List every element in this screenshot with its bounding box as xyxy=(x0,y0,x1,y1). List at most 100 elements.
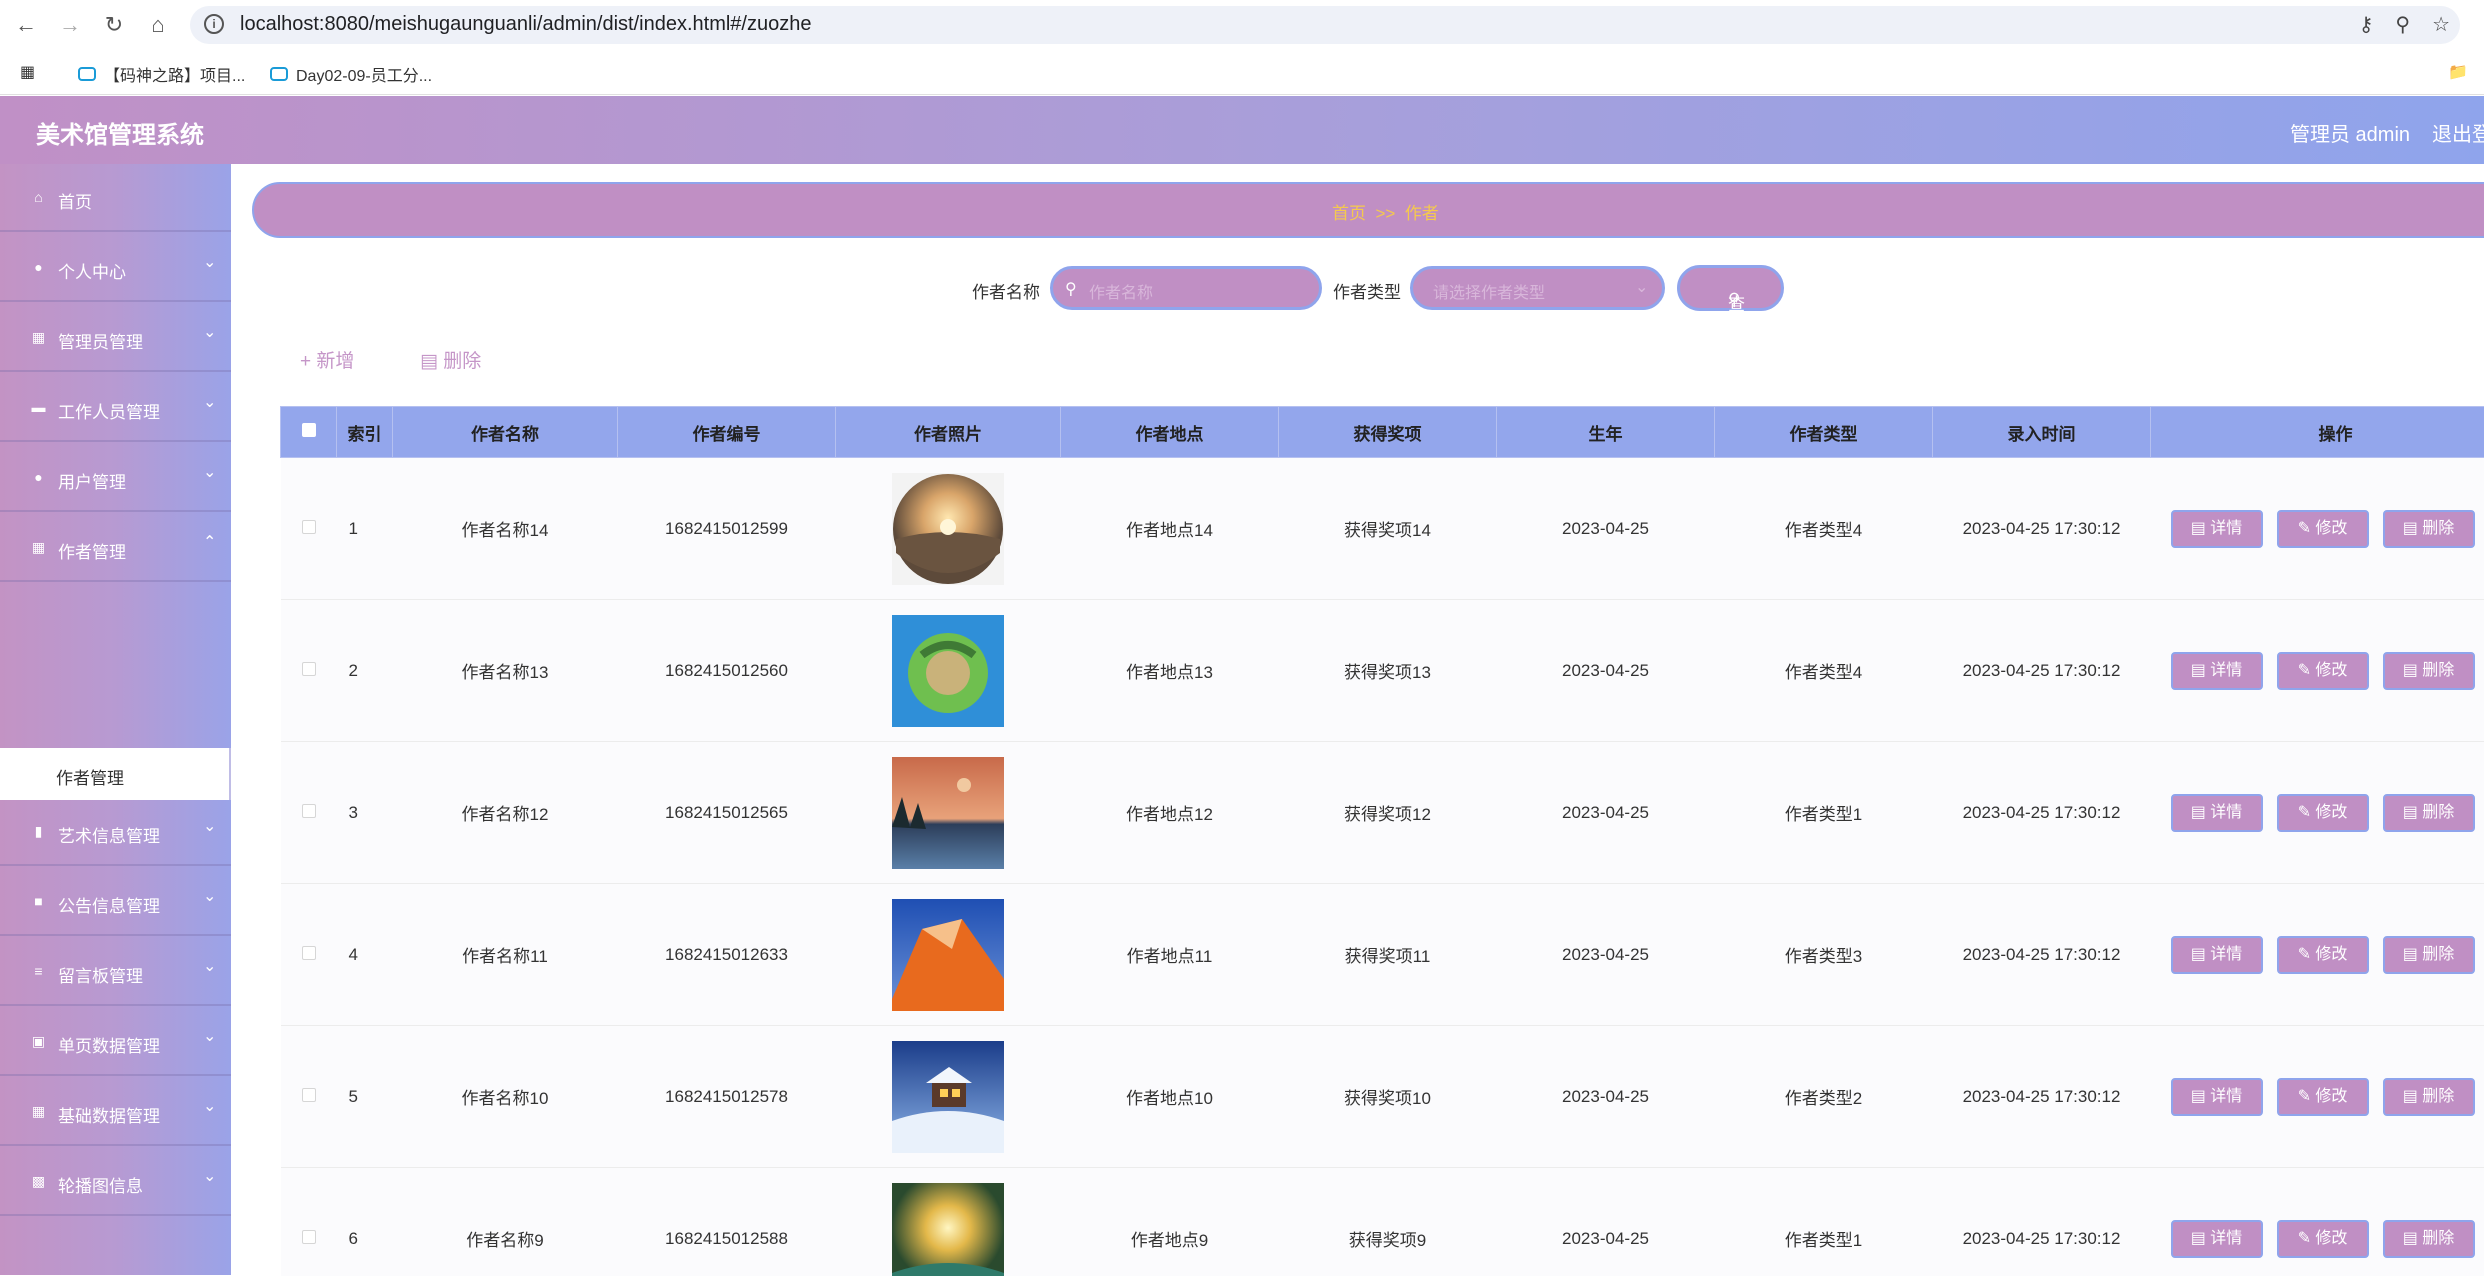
delete-button[interactable]: ▤ 删除 xyxy=(2383,1220,2475,1258)
forward-icon[interactable]: → xyxy=(54,9,86,41)
row-select-cell xyxy=(281,1168,337,1276)
cell-time: 2023-04-25 17:30:12 xyxy=(1933,1026,2151,1168)
author-photo[interactable] xyxy=(892,757,1004,869)
edit-button[interactable]: ✎ 修改 xyxy=(2277,1220,2369,1258)
detail-button[interactable]: ▤ 详情 xyxy=(2171,1078,2263,1116)
author-name-input[interactable]: ⚲ 作者名称 xyxy=(1050,266,1322,310)
delete-button[interactable]: ▤ 删除 xyxy=(2383,794,2475,832)
search-button[interactable]: 查询 ⚲ xyxy=(1677,265,1784,311)
cell-name: 作者名称10 xyxy=(393,1026,618,1168)
author-type-select[interactable]: 请选择作者类型 ⌄ xyxy=(1410,266,1665,310)
detail-button[interactable]: ▤ 详情 xyxy=(2171,1220,2263,1258)
sidebar-item-art-info[interactable]: ▮ 艺术信息管理 ⌄ xyxy=(0,798,231,866)
row-checkbox[interactable] xyxy=(302,1088,316,1102)
cell-year: 2023-04-25 xyxy=(1497,742,1715,884)
zoom-icon[interactable]: ⚲ xyxy=(2395,12,2410,37)
home-icon[interactable]: ⌂ xyxy=(142,9,174,41)
detail-button[interactable]: ▤ 详情 xyxy=(2171,652,2263,690)
add-button[interactable]: + 新增 xyxy=(300,346,354,373)
select-all-checkbox[interactable] xyxy=(302,423,316,437)
col-index: 索引 xyxy=(337,407,393,458)
chevron-down-icon: ⌄ xyxy=(203,322,216,342)
pencil-icon: ✎ xyxy=(2298,946,2311,963)
row-select-cell xyxy=(281,1026,337,1168)
logout-link[interactable]: 退出登录 xyxy=(2432,118,2484,147)
author-type-label: 作者类型 xyxy=(1333,278,1401,303)
select-all-cell xyxy=(281,407,337,458)
trash-icon: ▤ xyxy=(420,351,438,372)
chevron-up-icon: ⌃ xyxy=(203,532,216,552)
author-photo[interactable] xyxy=(892,615,1004,727)
sidebar-item-single-page[interactable]: ▣ 单页数据管理 ⌄ xyxy=(0,1008,231,1076)
row-checkbox[interactable] xyxy=(302,520,316,534)
col-place: 作者地点 xyxy=(1061,407,1279,458)
cell-index: 2 xyxy=(337,600,393,742)
delete-button[interactable]: ▤ 删除 xyxy=(2383,936,2475,974)
batch-delete-button[interactable]: ▤ 删除 xyxy=(420,346,481,373)
sidebar-item-admin[interactable]: ▦ 管理员管理 ⌄ xyxy=(0,304,231,372)
document-icon: ▤ xyxy=(2191,1230,2206,1247)
row-checkbox[interactable] xyxy=(302,804,316,818)
star-icon[interactable]: ☆ xyxy=(2432,12,2450,37)
sidebar-item-staff[interactable]: ▬ 工作人员管理 ⌄ xyxy=(0,374,231,442)
delete-button[interactable]: ▤ 删除 xyxy=(2383,510,2475,548)
key-icon[interactable]: ⚷ xyxy=(2359,12,2374,37)
back-icon[interactable]: ← xyxy=(10,9,42,41)
browser-toolbar: ← → ↻ ⌂ i localhost:8080/meishugaunguanl… xyxy=(0,0,2484,51)
sidebar-item-notices[interactable]: ■ 公告信息管理 ⌄ xyxy=(0,868,231,936)
sidebar-item-carousel[interactable]: ▩ 轮播图信息 ⌄ xyxy=(0,1148,231,1216)
reload-icon[interactable]: ↻ xyxy=(98,9,130,41)
row-checkbox[interactable] xyxy=(302,662,316,676)
address-bar[interactable]: i localhost:8080/meishugaunguanli/admin/… xyxy=(190,6,2460,44)
cell-place: 作者地点9 xyxy=(1061,1168,1279,1276)
bilibili-icon xyxy=(270,67,288,81)
sidebar-item-base-data[interactable]: ▦ 基础数据管理 ⌄ xyxy=(0,1078,231,1146)
col-name: 作者名称 xyxy=(393,407,618,458)
sidebar-item-guestbook[interactable]: ≡ 留言板管理 ⌄ xyxy=(0,938,231,1006)
edit-button[interactable]: ✎ 修改 xyxy=(2277,510,2369,548)
author-photo[interactable] xyxy=(892,473,1004,585)
sidebar-item-home[interactable]: ⌂ 首页 xyxy=(0,164,231,232)
apps-icon[interactable]: ▦ xyxy=(20,62,35,82)
detail-button[interactable]: ▤ 详情 xyxy=(2171,936,2263,974)
author-photo[interactable] xyxy=(892,1041,1004,1153)
edit-button[interactable]: ✎ 修改 xyxy=(2277,794,2369,832)
edit-button[interactable]: ✎ 修改 xyxy=(2277,652,2369,690)
folder-icon[interactable]: 📁 xyxy=(2448,62,2468,82)
bookmark-2[interactable]: Day02-09-员工分... xyxy=(270,62,432,86)
delete-button[interactable]: ▤ 删除 xyxy=(2383,652,2475,690)
author-photo[interactable] xyxy=(892,1183,1004,1276)
bookmark-1[interactable]: 【码神之路】项目... xyxy=(78,62,245,86)
chevron-down-icon: ⌄ xyxy=(203,462,216,482)
cell-photo xyxy=(836,884,1061,1026)
sidebar-item-profile[interactable]: ● 个人中心 ⌄ xyxy=(0,234,231,302)
cell-year: 2023-04-25 xyxy=(1497,458,1715,600)
sidebar-item-users[interactable]: ● 用户管理 ⌄ xyxy=(0,444,231,512)
cell-type: 作者类型4 xyxy=(1715,600,1933,742)
detail-button[interactable]: ▤ 详情 xyxy=(2171,510,2263,548)
cell-place: 作者地点13 xyxy=(1061,600,1279,742)
row-select-cell xyxy=(281,600,337,742)
sidebar-subitem-author-management[interactable]: 作者管理 xyxy=(0,748,231,800)
document-icon: ▤ xyxy=(2191,804,2206,821)
cell-award: 获得奖项9 xyxy=(1279,1168,1497,1276)
breadcrumb-home[interactable]: 首页 xyxy=(1332,204,1366,223)
trash-icon: ▤ xyxy=(2403,1230,2418,1247)
row-checkbox[interactable] xyxy=(302,946,316,960)
site-info-icon[interactable]: i xyxy=(204,14,224,34)
cell-index: 3 xyxy=(337,742,393,884)
chart-icon: ▮ xyxy=(31,824,46,839)
trash-icon: ▤ xyxy=(2403,520,2418,537)
cell-code: 1682415012588 xyxy=(618,1168,836,1276)
row-checkbox[interactable] xyxy=(302,1230,316,1244)
sidebar-item-authors[interactable]: ▦ 作者管理 ⌃ xyxy=(0,514,231,582)
author-photo[interactable] xyxy=(892,899,1004,1011)
edit-button[interactable]: ✎ 修改 xyxy=(2277,1078,2369,1116)
detail-button[interactable]: ▤ 详情 xyxy=(2171,794,2263,832)
edit-button[interactable]: ✎ 修改 xyxy=(2277,936,2369,974)
search-icon: ⚲ xyxy=(1728,290,1740,310)
col-photo: 作者照片 xyxy=(836,407,1061,458)
delete-button[interactable]: ▤ 删除 xyxy=(2383,1078,2475,1116)
chevron-down-icon: ⌄ xyxy=(1635,277,1648,297)
cell-place: 作者地点12 xyxy=(1061,742,1279,884)
